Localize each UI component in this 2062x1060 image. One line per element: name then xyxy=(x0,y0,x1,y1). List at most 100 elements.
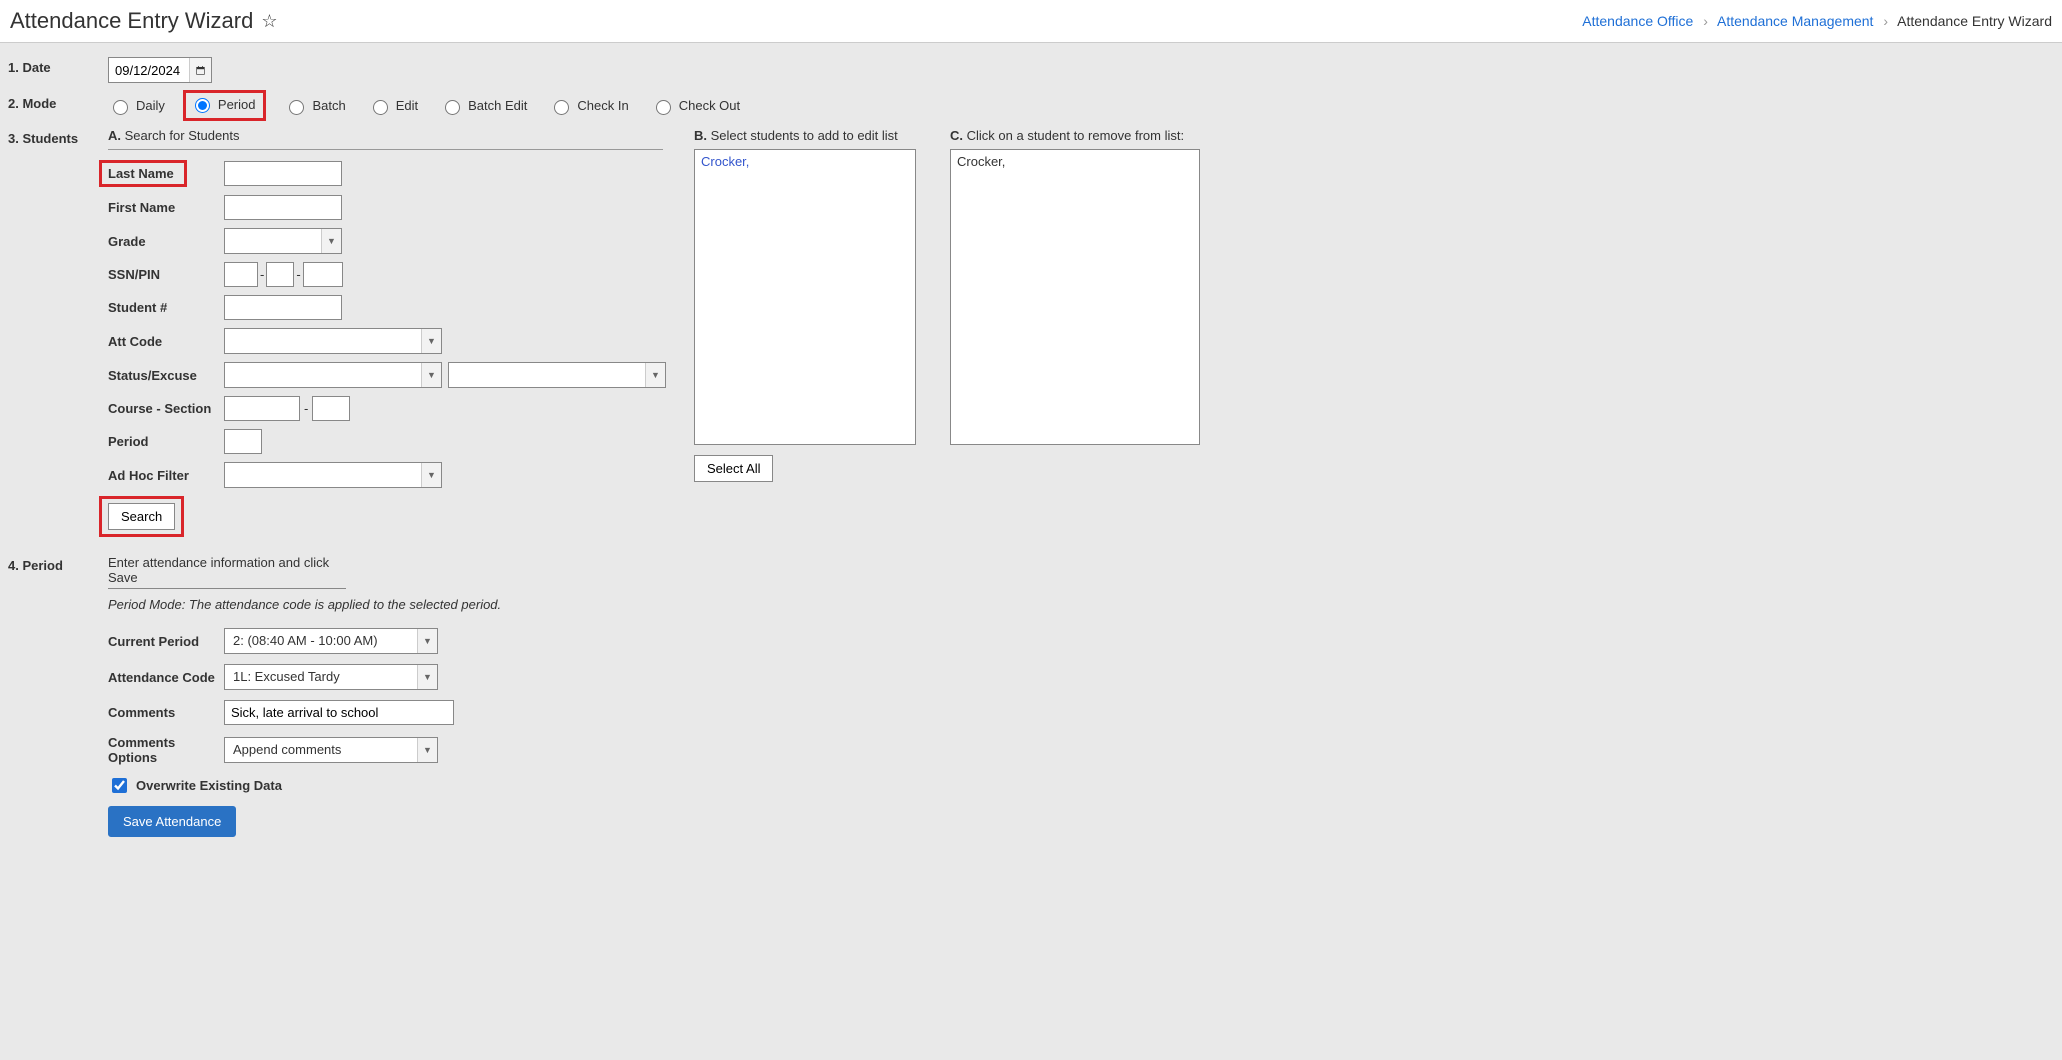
last-name-input[interactable] xyxy=(224,161,342,186)
chevron-down-icon[interactable]: ▼ xyxy=(417,629,437,653)
mode-check-in-input[interactable] xyxy=(554,100,569,115)
section-c-heading: C. Click on a student to remove from lis… xyxy=(950,128,1210,143)
mode-batch-label: Batch xyxy=(312,98,345,113)
ssn-2-input[interactable] xyxy=(266,262,294,287)
overwrite-label[interactable]: Overwrite Existing Data xyxy=(136,778,282,793)
step-1-date-label: 1. Date xyxy=(8,57,108,75)
mode-check-out-radio[interactable]: Check Out xyxy=(651,97,740,115)
course-section-label: Course - Section xyxy=(108,401,224,416)
section-b-heading: B. Select students to add to edit list xyxy=(694,128,924,143)
date-input[interactable] xyxy=(109,59,189,82)
page-title: Attendance Entry Wizard ☆ xyxy=(10,8,277,34)
breadcrumb: Attendance Office › Attendance Managemen… xyxy=(1582,13,2052,29)
status-select-value xyxy=(225,363,421,387)
save-attendance-button[interactable]: Save Attendance xyxy=(108,806,236,837)
calendar-icon[interactable] xyxy=(189,58,211,82)
attendance-code-value: 1L: Excused Tardy xyxy=(225,665,417,689)
period-instruction: Enter attendance information and click S… xyxy=(108,555,346,589)
period-filter-input[interactable] xyxy=(224,429,262,454)
favorite-star-icon[interactable]: ☆ xyxy=(261,11,277,32)
grade-label: Grade xyxy=(108,234,224,249)
chevron-down-icon[interactable]: ▼ xyxy=(321,229,341,253)
mode-period-input[interactable] xyxy=(195,98,210,113)
att-code-select-value xyxy=(225,329,421,353)
ad-hoc-filter-value xyxy=(225,463,421,487)
mode-period-label: Period xyxy=(218,97,256,112)
mode-batch-edit-input[interactable] xyxy=(445,100,460,115)
chevron-down-icon[interactable]: ▼ xyxy=(421,363,441,387)
current-period-select[interactable]: 2: (08:40 AM - 10:00 AM) ▼ xyxy=(224,628,438,654)
current-period-label: Current Period xyxy=(108,634,224,649)
mode-batch-radio[interactable]: Batch xyxy=(284,97,345,115)
breadcrumb-attendance-management[interactable]: Attendance Management xyxy=(1717,13,1873,29)
breadcrumb-current: Attendance Entry Wizard xyxy=(1897,13,2052,29)
comments-label: Comments xyxy=(108,705,224,720)
step-4-period-label: 4. Period xyxy=(8,555,108,573)
mode-check-out-label: Check Out xyxy=(679,98,740,113)
ad-hoc-filter-select[interactable]: ▼ xyxy=(224,462,442,488)
mode-batch-edit-label: Batch Edit xyxy=(468,98,527,113)
ssn-1-input[interactable] xyxy=(224,262,258,287)
mode-check-in-radio[interactable]: Check In xyxy=(549,97,628,115)
period-mode-note: Period Mode: The attendance code is appl… xyxy=(108,597,2054,612)
list-item[interactable]: Crocker, xyxy=(701,154,909,169)
comments-options-select[interactable]: Append comments ▼ xyxy=(224,737,438,763)
breadcrumb-attendance-office[interactable]: Attendance Office xyxy=(1582,13,1693,29)
period-filter-label: Period xyxy=(108,434,224,449)
last-name-label: Last Name xyxy=(99,160,187,187)
student-number-label: Student # xyxy=(108,300,224,315)
mode-edit-label: Edit xyxy=(396,98,418,113)
mode-daily-input[interactable] xyxy=(113,100,128,115)
comments-options-value: Append comments xyxy=(225,738,417,762)
chevron-down-icon[interactable]: ▼ xyxy=(645,363,665,387)
chevron-down-icon[interactable]: ▼ xyxy=(421,329,441,353)
section-input[interactable] xyxy=(312,396,350,421)
mode-daily-label: Daily xyxy=(136,98,165,113)
mode-check-out-input[interactable] xyxy=(656,100,671,115)
chevron-right-icon: › xyxy=(1703,13,1708,29)
excuse-select[interactable]: ▼ xyxy=(448,362,666,388)
ad-hoc-filter-label: Ad Hoc Filter xyxy=(108,468,224,483)
mode-batch-edit-radio[interactable]: Batch Edit xyxy=(440,97,527,115)
current-period-value: 2: (08:40 AM - 10:00 AM) xyxy=(225,629,417,653)
list-item[interactable]: Crocker, xyxy=(957,154,1193,169)
search-button[interactable]: Search xyxy=(108,503,175,530)
divider xyxy=(108,149,663,150)
chevron-down-icon[interactable]: ▼ xyxy=(417,738,437,762)
chevron-down-icon[interactable]: ▼ xyxy=(417,665,437,689)
mode-batch-input[interactable] xyxy=(289,100,304,115)
step-3-students-label: 3. Students xyxy=(8,128,108,146)
chevron-right-icon: › xyxy=(1883,13,1888,29)
first-name-label: First Name xyxy=(108,200,224,215)
comments-input[interactable] xyxy=(224,700,454,725)
overwrite-checkbox[interactable] xyxy=(112,778,127,793)
excuse-select-value xyxy=(449,363,645,387)
status-excuse-label: Status/Excuse xyxy=(108,368,224,383)
select-all-button[interactable]: Select All xyxy=(694,455,773,482)
att-code-select[interactable]: ▼ xyxy=(224,328,442,354)
mode-edit-radio[interactable]: Edit xyxy=(368,97,418,115)
att-code-label: Att Code xyxy=(108,334,224,349)
ssn-pin-label: SSN/PIN xyxy=(108,267,224,282)
step-2-mode-label: 2. Mode xyxy=(8,93,108,111)
section-a-heading: A. Search for Students xyxy=(108,128,668,143)
mode-edit-input[interactable] xyxy=(373,100,388,115)
grade-select-value xyxy=(225,229,321,253)
chevron-down-icon[interactable]: ▼ xyxy=(421,463,441,487)
attendance-code-select[interactable]: 1L: Excused Tardy ▼ xyxy=(224,664,438,690)
mode-daily-radio[interactable]: Daily xyxy=(108,97,165,115)
date-field[interactable] xyxy=(108,57,212,83)
page-title-text: Attendance Entry Wizard xyxy=(10,8,253,34)
course-input[interactable] xyxy=(224,396,300,421)
first-name-input[interactable] xyxy=(224,195,342,220)
grade-select[interactable]: ▼ xyxy=(224,228,342,254)
attendance-code-label: Attendance Code xyxy=(108,670,224,685)
comments-options-label: Comments Options xyxy=(108,735,224,765)
search-results-list[interactable]: Crocker, xyxy=(694,149,916,445)
student-number-input[interactable] xyxy=(224,295,342,320)
selected-students-list[interactable]: Crocker, xyxy=(950,149,1200,445)
status-select[interactable]: ▼ xyxy=(224,362,442,388)
ssn-3-input[interactable] xyxy=(303,262,343,287)
mode-period-radio[interactable]: Period xyxy=(190,95,256,113)
mode-check-in-label: Check In xyxy=(577,98,628,113)
